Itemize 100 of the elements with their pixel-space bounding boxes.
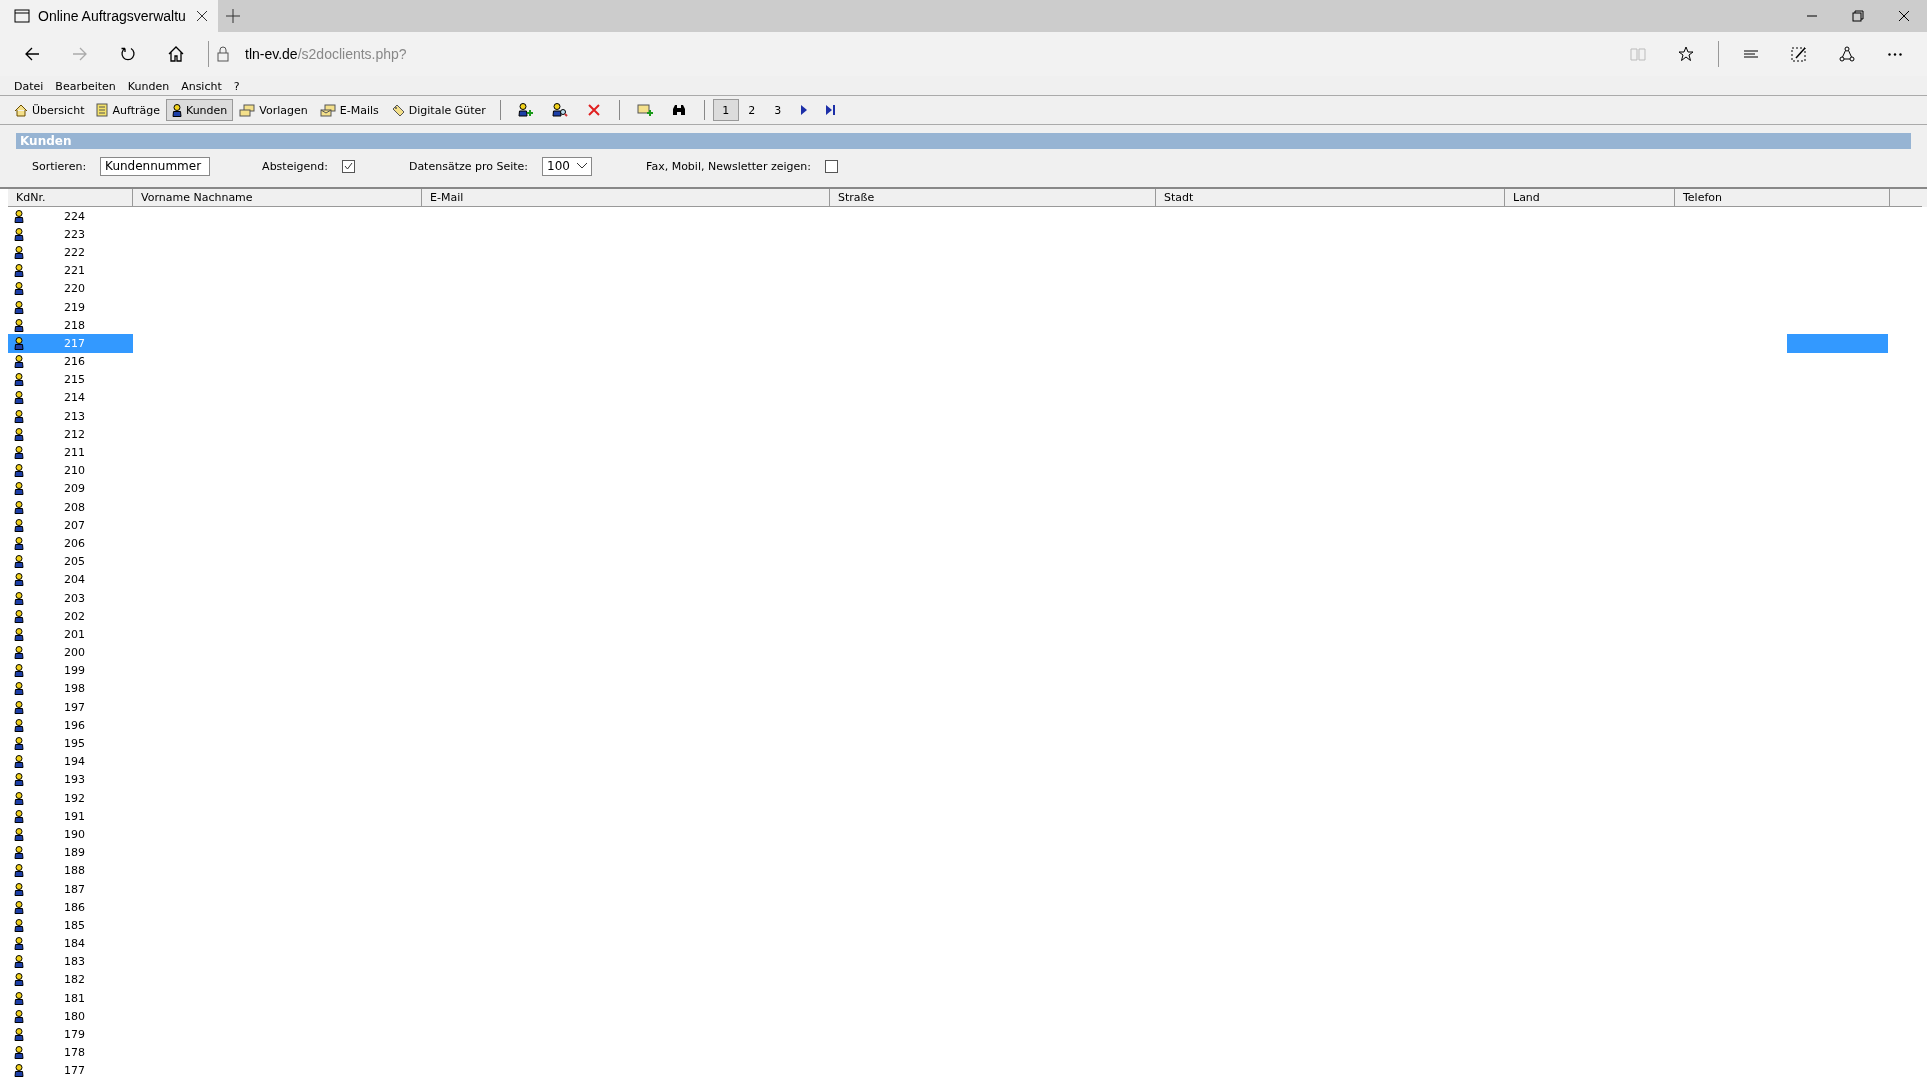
table-cell[interactable]: 182 <box>8 970 133 990</box>
person-icon <box>14 991 24 1005</box>
person-icon <box>14 882 24 896</box>
column-header[interactable]: Land <box>1505 189 1675 207</box>
table-cell[interactable]: 218 <box>8 316 133 335</box>
table-cell[interactable]: 186 <box>8 898 133 917</box>
table-cell[interactable]: 196 <box>8 716 133 735</box>
table-cell[interactable]: 188 <box>8 861 133 880</box>
table-cell[interactable]: 185 <box>8 916 133 935</box>
person-icon <box>14 827 24 841</box>
menu-item[interactable]: ? <box>227 80 246 93</box>
table-cell[interactable]: 224 <box>8 207 133 226</box>
toolbar-button[interactable]: Vorlagen <box>233 99 314 121</box>
column-header[interactable]: Telefon <box>1675 189 1890 207</box>
toolbar-button[interactable]: Aufträge <box>90 99 166 121</box>
person-icon <box>171 103 182 117</box>
page-button[interactable]: 3 <box>764 99 791 121</box>
column-header[interactable]: Vorname Nachname <box>133 189 422 207</box>
table-cell[interactable]: 195 <box>8 734 133 753</box>
table-cell[interactable]: 223 <box>8 225 133 244</box>
menu-item[interactable]: Kunden <box>121 80 176 93</box>
toolbar-button[interactable]: Kunden <box>165 99 234 121</box>
table-cell[interactable]: 203 <box>8 588 133 608</box>
table-cell[interactable]: 201 <box>8 625 133 644</box>
table-cell[interactable]: 202 <box>8 607 133 626</box>
customer-number: 197 <box>64 700 85 714</box>
customer-number: 199 <box>64 664 85 678</box>
new-tab-icon[interactable] <box>226 9 240 23</box>
table-cell[interactable]: 209 <box>8 479 133 498</box>
menu-item[interactable]: Ansicht <box>175 80 228 93</box>
column-header[interactable]: KdNr. <box>8 189 133 207</box>
table-cell[interactable]: 222 <box>8 243 133 262</box>
show-extra-checkbox[interactable] <box>824 159 838 173</box>
more-icon <box>1888 52 1902 56</box>
browser-tab[interactable]: Online Auftragsverwaltu <box>0 0 218 32</box>
column-header[interactable]: Stadt <box>1156 189 1505 207</box>
column-header[interactable]: Straße <box>830 189 1156 207</box>
customer-number: 187 <box>64 882 85 896</box>
table-cell[interactable]: 192 <box>8 789 133 808</box>
table-cell[interactable]: 177 <box>8 1061 133 1080</box>
tab-title: Online Auftragsverwaltu <box>38 8 187 24</box>
table-cell[interactable]: 212 <box>8 425 133 444</box>
menu-item[interactable]: Datei <box>8 80 50 93</box>
table-cell[interactable]: 199 <box>8 661 133 680</box>
table-cell[interactable]: 215 <box>8 370 133 389</box>
table-cell[interactable]: 181 <box>8 989 133 1008</box>
column-header[interactable]: E-Mail <box>422 189 830 207</box>
table-cell[interactable]: 216 <box>8 352 133 371</box>
table-cell[interactable]: 210 <box>8 461 133 480</box>
table-cell[interactable]: 205 <box>8 552 133 571</box>
sort-dropdown[interactable]: Kundennummer <box>100 156 211 176</box>
table-cell[interactable]: 208 <box>8 498 133 517</box>
address-field[interactable]: tln-ev.de/s2doclients.php? <box>245 46 407 62</box>
table-cell[interactable]: 189 <box>8 843 133 862</box>
table-cell[interactable]: 221 <box>8 261 133 280</box>
table-cell[interactable]: 206 <box>8 534 133 553</box>
customer-number: 190 <box>64 827 85 841</box>
customer-number: 182 <box>64 973 85 987</box>
table-cell[interactable]: 184 <box>8 934 133 953</box>
table-cell[interactable]: 204 <box>8 570 133 589</box>
table-cell[interactable]: 183 <box>8 952 133 971</box>
menu-item[interactable]: Bearbeiten <box>49 80 122 93</box>
customer-number: 191 <box>64 809 85 823</box>
table-cell[interactable]: 214 <box>8 388 133 408</box>
table-cell[interactable]: 180 <box>8 1007 133 1026</box>
table-cell[interactable]: 197 <box>8 698 133 717</box>
table-cell[interactable]: 219 <box>8 297 133 317</box>
table-cell[interactable]: 191 <box>8 807 133 826</box>
customer-number: 206 <box>64 536 85 550</box>
close-icon[interactable] <box>196 10 208 22</box>
table-cell[interactable]: 220 <box>8 279 133 298</box>
customer-number: 186 <box>64 900 85 914</box>
toolbar-button[interactable]: Digitale Güter <box>384 99 492 121</box>
lock-icon <box>217 46 229 62</box>
table-cell[interactable]: 178 <box>8 1043 133 1062</box>
table-cell[interactable]: 187 <box>8 879 133 899</box>
toolbar-button[interactable]: E-Mails <box>313 99 385 121</box>
table-cell[interactable]: 193 <box>8 770 133 789</box>
table-cell[interactable]: 198 <box>8 679 133 699</box>
descending-checkbox[interactable] <box>341 159 355 173</box>
table-cell[interactable]: 194 <box>8 752 133 771</box>
table-cell[interactable]: 190 <box>8 825 133 844</box>
page-button[interactable]: 1 <box>712 99 739 121</box>
chevron-down-icon <box>577 163 588 169</box>
customer-number: 200 <box>64 646 85 660</box>
customer-number: 205 <box>64 555 85 569</box>
customer-number: 216 <box>64 355 85 369</box>
table-cell[interactable]: 213 <box>8 407 133 426</box>
per-page-dropdown[interactable]: 100 <box>542 156 593 176</box>
table-cell[interactable]: 211 <box>8 443 133 462</box>
table-cell[interactable]: 179 <box>8 1025 133 1044</box>
customer-number: 213 <box>64 409 85 423</box>
show-extra-label: Fax, Mobil, Newsletter zeigen: <box>646 159 811 173</box>
page-button[interactable]: 2 <box>738 99 765 121</box>
toolbar-button[interactable]: Übersicht <box>8 99 91 121</box>
person-icon <box>14 300 24 314</box>
table-cell[interactable]: 207 <box>8 516 133 535</box>
person-icon <box>14 737 24 751</box>
customer-number: 208 <box>64 500 85 514</box>
table-cell[interactable]: 200 <box>8 643 133 662</box>
